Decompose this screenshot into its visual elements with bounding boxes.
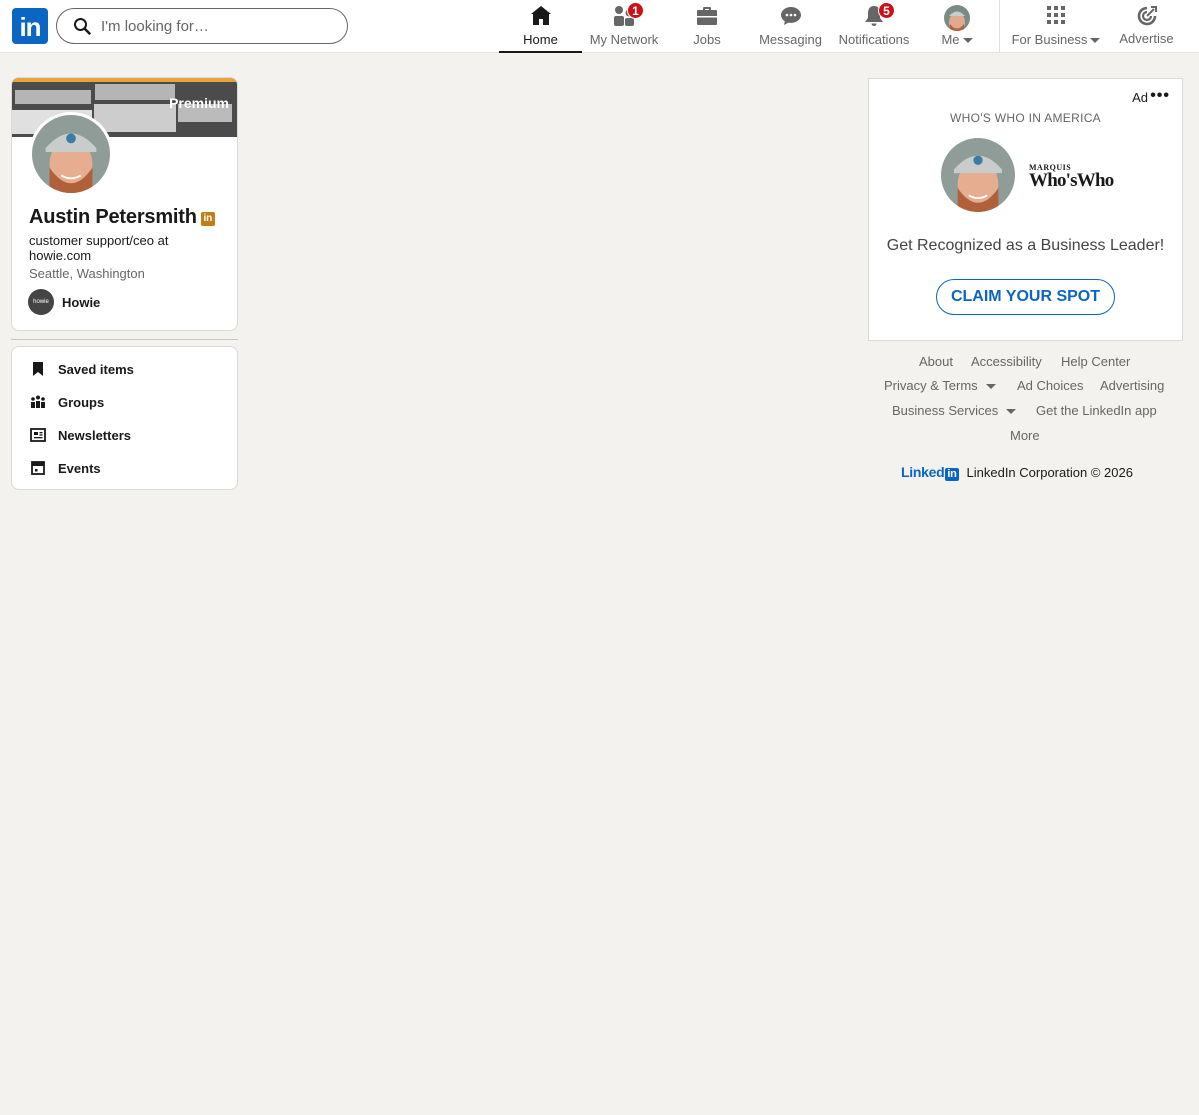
ad-sponsor: WHO'S WHO IN AMERICA	[950, 111, 1101, 125]
profile-avatar[interactable]	[29, 112, 113, 196]
chevron-down-icon	[1090, 38, 1101, 44]
footer-business-services[interactable]: Business Services	[892, 403, 1017, 418]
profile-headline: customer support/ceo at howie.com	[29, 233, 169, 263]
link-saved-items[interactable]: Saved items	[30, 359, 134, 379]
footer-get-app[interactable]: Get the LinkedIn app	[1036, 403, 1157, 418]
notifications-badge: 5	[878, 2, 895, 19]
link-newsletters[interactable]: Newsletters	[30, 425, 131, 445]
chevron-down-icon	[1006, 409, 1017, 415]
nav-notifications[interactable]: 5 Notifications	[834, 0, 914, 53]
footer-brand: Linked in LinkedIn Corporation © 2026	[901, 464, 1133, 481]
footer-accessibility[interactable]: Accessibility	[971, 354, 1042, 369]
ad-card: Ad ••• WHO'S WHO IN AMERICA MARQUIS Who'…	[868, 78, 1183, 341]
nav-home-label: Home	[523, 32, 558, 47]
shortcuts-card: Saved items Groups Newsletters Events	[11, 346, 238, 490]
link-events-label: Events	[58, 460, 101, 476]
nav-jobs-label: Jobs	[693, 32, 721, 47]
briefcase-icon	[697, 7, 717, 25]
messaging-icon	[780, 7, 801, 25]
link-events[interactable]: Events	[30, 458, 101, 478]
nav-for-business[interactable]: For Business	[1007, 0, 1105, 53]
nav-me[interactable]: Me	[930, 0, 984, 53]
nav-home[interactable]: Home	[499, 0, 582, 53]
footer-advertising[interactable]: Advertising	[1100, 378, 1164, 393]
linkedin-logo[interactable]: in	[12, 8, 48, 44]
linkedin-wordmark: Linked in	[901, 464, 959, 481]
nav-notifications-label: Notifications	[838, 32, 910, 47]
nav-jobs[interactable]: Jobs	[675, 0, 739, 53]
premium-badge-icon: in	[200, 212, 215, 226]
profile-company[interactable]: howie Howie	[28, 289, 100, 315]
bookmark-icon	[33, 362, 43, 376]
nav-my-network[interactable]: 1 My Network	[583, 0, 665, 53]
nav-divider	[999, 0, 1000, 53]
copyright: LinkedIn Corporation © 2026	[966, 465, 1133, 480]
ad-brand-logo: MARQUIS Who'sWho	[1029, 163, 1114, 191]
ad-headline: Get Recognized as a Business Leader!	[886, 237, 1165, 254]
footer-about[interactable]: About	[919, 354, 953, 369]
nav-me-label: Me	[941, 32, 960, 47]
premium-label: Premium	[169, 95, 229, 111]
more-options-icon[interactable]: •••	[1150, 87, 1170, 105]
footer-help-center[interactable]: Help Center	[1061, 354, 1130, 369]
profile-name[interactable]: Austin Petersmith in	[29, 206, 215, 229]
advertise-icon	[1137, 6, 1157, 26]
link-newsletters-label: Newsletters	[58, 427, 131, 443]
grid-icon	[1047, 6, 1065, 24]
link-groups-label: Groups	[58, 394, 105, 410]
search-icon	[74, 18, 91, 35]
calendar-icon	[31, 461, 45, 475]
nav-for-business-label: For Business	[1011, 32, 1088, 47]
nav-messaging[interactable]: Messaging	[752, 0, 829, 53]
profile-location: Seattle, Washington	[29, 266, 145, 281]
company-name: Howie	[62, 294, 101, 310]
chevron-down-icon	[962, 38, 973, 44]
newsletter-icon	[30, 428, 46, 442]
search-bar[interactable]	[56, 8, 348, 44]
link-saved-items-label: Saved items	[58, 361, 134, 377]
profile-card: Premium Austin Petersmith in customer sup…	[11, 77, 238, 331]
ad-label: Ad	[1132, 90, 1148, 105]
claim-your-spot-button[interactable]: CLAIM YOUR SPOT	[936, 279, 1115, 315]
footer-ad-choices[interactable]: Ad Choices	[1017, 378, 1083, 393]
home-icon	[530, 6, 551, 25]
groups-icon	[31, 395, 45, 408]
avatar	[944, 5, 970, 31]
link-groups[interactable]: Groups	[30, 392, 104, 412]
footer-more[interactable]: More	[1010, 428, 1040, 443]
top-nav: in Home 1 My Network Jobs	[0, 0, 1199, 53]
network-badge: 1	[627, 2, 644, 19]
nav-advertise[interactable]: Advertise	[1113, 0, 1180, 53]
company-logo: howie	[28, 289, 54, 315]
ad-member-avatar	[941, 138, 1015, 212]
nav-my-network-label: My Network	[589, 32, 659, 47]
footer-privacy-terms[interactable]: Privacy & Terms	[884, 378, 996, 393]
nav-messaging-label: Messaging	[759, 32, 822, 47]
section-divider	[11, 339, 238, 340]
chevron-down-icon	[985, 384, 996, 390]
search-input[interactable]	[101, 17, 321, 35]
nav-advertise-label: Advertise	[1119, 31, 1174, 46]
